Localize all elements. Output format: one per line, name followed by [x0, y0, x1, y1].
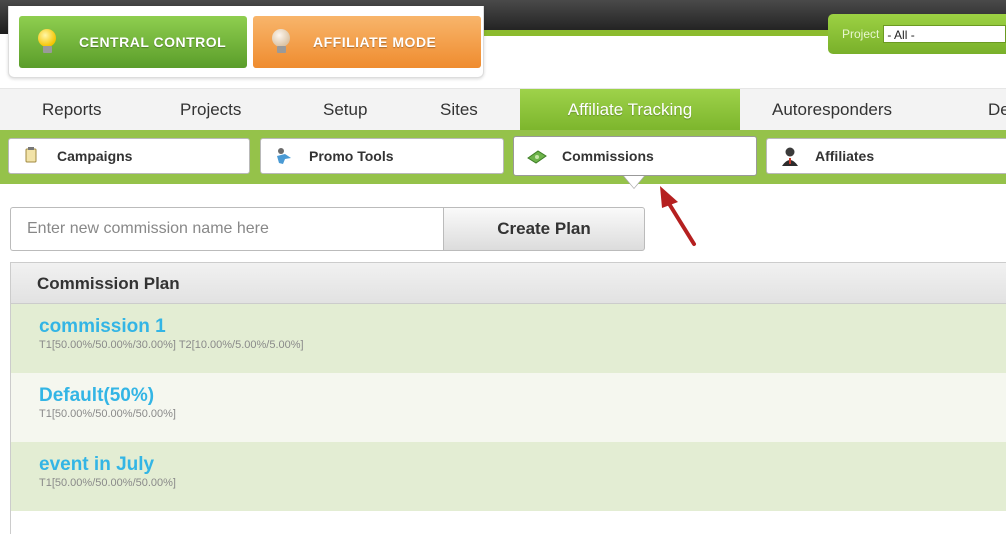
plan-name-link[interactable]: commission 1	[39, 316, 1006, 338]
tab-commissions[interactable]: Commissions	[513, 136, 757, 176]
tab-commissions-label: Commissions	[562, 148, 654, 164]
project-label: Project	[842, 27, 880, 41]
main-nav: Reports Projects Setup Sites Affiliate T…	[0, 88, 1006, 131]
commission-name-input[interactable]	[10, 207, 444, 251]
table-row[interactable]: commission 1 T1[50.00%/50.00%/30.00%] T2…	[11, 304, 1006, 373]
affiliate-mode-button[interactable]: AFFILIATE MODE	[253, 16, 481, 68]
lightbulb-off-icon	[271, 29, 291, 55]
nav-truncated[interactable]: De	[988, 89, 1006, 131]
nav-reports[interactable]: Reports	[42, 89, 102, 131]
create-plan-button[interactable]: Create Plan	[443, 207, 645, 251]
plan-tiers: T1[50.00%/50.00%/30.00%] T2[10.00%/5.00%…	[39, 339, 304, 351]
active-tab-pointer	[624, 176, 644, 188]
tab-campaigns-label: Campaigns	[57, 148, 133, 164]
nav-sites[interactable]: Sites	[440, 89, 478, 131]
nav-affiliate-tracking[interactable]: Affiliate Tracking	[520, 89, 740, 131]
sub-nav: Campaigns Promo Tools Commissions Affili…	[0, 130, 1006, 184]
central-control-label: CENTRAL CONTROL	[79, 34, 227, 50]
table-row[interactable]: event in July T1[50.00%/50.00%/50.00%]	[11, 442, 1006, 511]
user-icon	[779, 146, 801, 166]
table-row[interactable]: Default(50%) T1[50.00%/50.00%/50.00%]	[11, 373, 1006, 442]
affiliate-mode-label: AFFILIATE MODE	[313, 34, 437, 50]
plan-tiers: T1[50.00%/50.00%/50.00%]	[39, 477, 176, 489]
lightbulb-on-icon	[37, 29, 57, 55]
mode-switcher: CENTRAL CONTROL AFFILIATE MODE	[8, 6, 484, 78]
nav-autoresponders[interactable]: Autoresponders	[772, 89, 892, 131]
project-filter: Project - All -	[828, 14, 1006, 54]
tab-promo-tools[interactable]: Promo Tools	[260, 138, 504, 174]
money-icon	[526, 146, 548, 166]
tab-affiliates-label: Affiliates	[815, 148, 875, 164]
nav-setup[interactable]: Setup	[323, 89, 367, 131]
table-header: Commission Plan	[11, 262, 1006, 304]
central-control-button[interactable]: CENTRAL CONTROL	[19, 16, 247, 68]
plan-name-link[interactable]: Default(50%)	[39, 385, 1006, 407]
tab-affiliates[interactable]: Affiliates	[766, 138, 1006, 174]
plan-tiers: T1[50.00%/50.00%/50.00%]	[39, 408, 176, 420]
tab-promo-tools-label: Promo Tools	[309, 148, 394, 164]
commission-table: Commission Plan commission 1 T1[50.00%/5…	[10, 262, 1006, 534]
promo-tools-icon	[273, 146, 295, 166]
annotation-arrow-icon	[660, 186, 696, 246]
project-select[interactable]: - All -	[883, 25, 1006, 43]
campaign-icon	[21, 146, 43, 166]
plan-name-link[interactable]: event in July	[39, 454, 1006, 476]
tab-campaigns[interactable]: Campaigns	[8, 138, 250, 174]
nav-projects[interactable]: Projects	[180, 89, 241, 131]
